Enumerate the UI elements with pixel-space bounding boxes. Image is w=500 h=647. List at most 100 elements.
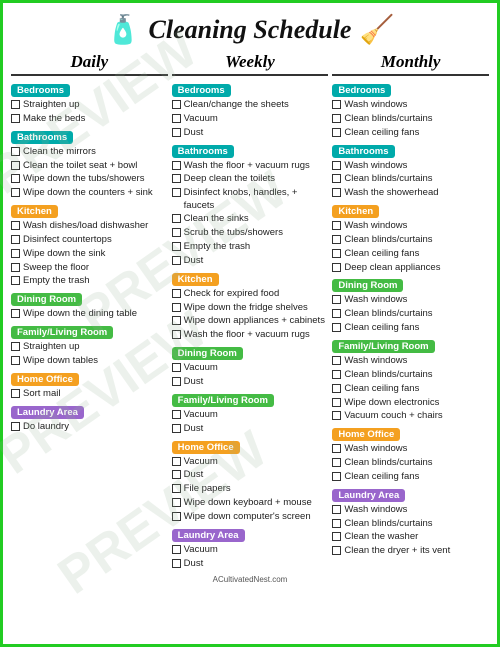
checkbox[interactable]: [172, 256, 181, 265]
list-item: Clean ceiling fans: [332, 471, 489, 483]
spray-bottle-icon: 🧴: [106, 13, 141, 46]
list-item: Empty the trash: [172, 241, 329, 253]
checkbox[interactable]: [11, 422, 20, 431]
checkbox[interactable]: [332, 444, 341, 453]
checkbox[interactable]: [332, 188, 341, 197]
checkbox[interactable]: [172, 498, 181, 507]
section-header-laundry-area: Laundry Area: [172, 529, 245, 542]
checkbox[interactable]: [332, 100, 341, 109]
checkbox[interactable]: [11, 309, 20, 318]
checkbox[interactable]: [332, 458, 341, 467]
checkbox[interactable]: [332, 356, 341, 365]
checkbox[interactable]: [11, 161, 20, 170]
section-header-family-living-room: Family/Living Room: [332, 340, 434, 353]
item-text: Dust: [184, 469, 204, 481]
section-header-family-living-room: Family/Living Room: [172, 394, 274, 407]
section-header-bathrooms: Bathrooms: [172, 145, 234, 158]
checkbox[interactable]: [172, 484, 181, 493]
checkbox[interactable]: [172, 174, 181, 183]
checkbox[interactable]: [332, 323, 341, 332]
checkbox[interactable]: [332, 384, 341, 393]
checkbox[interactable]: [11, 389, 20, 398]
checkbox[interactable]: [332, 249, 341, 258]
checkbox[interactable]: [172, 457, 181, 466]
checkbox[interactable]: [172, 410, 181, 419]
section-header-family-living-room: Family/Living Room: [11, 326, 113, 339]
list-item: Disinfect countertops: [11, 234, 168, 246]
item-text: Empty the trash: [23, 275, 90, 287]
item-text: Clean the sinks: [184, 213, 249, 225]
checkbox[interactable]: [172, 161, 181, 170]
checkbox[interactable]: [332, 546, 341, 555]
checkbox[interactable]: [172, 214, 181, 223]
checkbox[interactable]: [172, 188, 181, 197]
checkbox[interactable]: [332, 128, 341, 137]
checkbox[interactable]: [11, 188, 20, 197]
checkbox[interactable]: [11, 342, 20, 351]
item-text: Clean ceiling fans: [344, 127, 419, 139]
checkbox[interactable]: [172, 303, 181, 312]
checkbox[interactable]: [11, 174, 20, 183]
checkbox[interactable]: [11, 221, 20, 230]
checkbox[interactable]: [172, 228, 181, 237]
section-header-home-office: Home Office: [172, 441, 240, 454]
checkbox[interactable]: [332, 505, 341, 514]
checkbox[interactable]: [332, 235, 341, 244]
checkbox[interactable]: [172, 100, 181, 109]
checkbox[interactable]: [11, 147, 20, 156]
checkbox[interactable]: [172, 289, 181, 298]
checkbox[interactable]: [332, 519, 341, 528]
item-text: Disinfect countertops: [23, 234, 112, 246]
checkbox[interactable]: [332, 370, 341, 379]
checkbox[interactable]: [172, 424, 181, 433]
checkbox[interactable]: [332, 411, 341, 420]
list-item: Wipe down appliances + cabinets: [172, 315, 329, 327]
checkbox[interactable]: [172, 545, 181, 554]
list-item: Vacuum: [172, 362, 329, 374]
list-item: Clean ceiling fans: [332, 248, 489, 260]
checkbox[interactable]: [332, 114, 341, 123]
checkbox[interactable]: [172, 128, 181, 137]
columns-container: DailyBedroomsStraighten upMake the bedsB…: [3, 50, 497, 575]
checkbox[interactable]: [172, 242, 181, 251]
checkbox[interactable]: [11, 276, 20, 285]
checkbox[interactable]: [332, 174, 341, 183]
checkbox[interactable]: [172, 316, 181, 325]
checkbox[interactable]: [11, 249, 20, 258]
item-text: Empty the trash: [184, 241, 251, 253]
item-text: Wash the showerhead: [344, 187, 438, 199]
checkbox[interactable]: [172, 363, 181, 372]
checkbox[interactable]: [172, 330, 181, 339]
checkbox[interactable]: [172, 114, 181, 123]
checkbox[interactable]: [332, 295, 341, 304]
checkbox[interactable]: [332, 532, 341, 541]
checkbox[interactable]: [172, 470, 181, 479]
col-header-monthly: Monthly: [332, 52, 489, 76]
item-text: Wash windows: [344, 443, 407, 455]
item-text: Disinfect knobs, handles, + faucets: [184, 187, 329, 212]
checkbox[interactable]: [11, 114, 20, 123]
section-header-bathrooms: Bathrooms: [332, 145, 394, 158]
checkbox[interactable]: [11, 263, 20, 272]
item-text: Clean ceiling fans: [344, 471, 419, 483]
checkbox[interactable]: [332, 263, 341, 272]
checkbox[interactable]: [332, 472, 341, 481]
column-weekly: WeeklyBedroomsClean/change the sheetsVac…: [172, 52, 329, 571]
checkbox[interactable]: [172, 512, 181, 521]
checkbox[interactable]: [11, 100, 20, 109]
checkbox[interactable]: [11, 356, 20, 365]
checkbox[interactable]: [172, 559, 181, 568]
item-text: Wash windows: [344, 355, 407, 367]
checkbox[interactable]: [332, 398, 341, 407]
checkbox[interactable]: [332, 221, 341, 230]
checkbox[interactable]: [332, 161, 341, 170]
list-item: Dust: [172, 127, 329, 139]
page-title: Cleaning Schedule: [149, 15, 352, 45]
checkbox[interactable]: [11, 235, 20, 244]
checkbox[interactable]: [332, 309, 341, 318]
item-text: Wash the floor + vacuum rugs: [184, 160, 310, 172]
item-text: Wipe down appliances + cabinets: [184, 315, 325, 327]
checkbox[interactable]: [172, 377, 181, 386]
list-item: Sweep the floor: [11, 262, 168, 274]
footer: ACultivatedNest.com: [3, 575, 497, 587]
